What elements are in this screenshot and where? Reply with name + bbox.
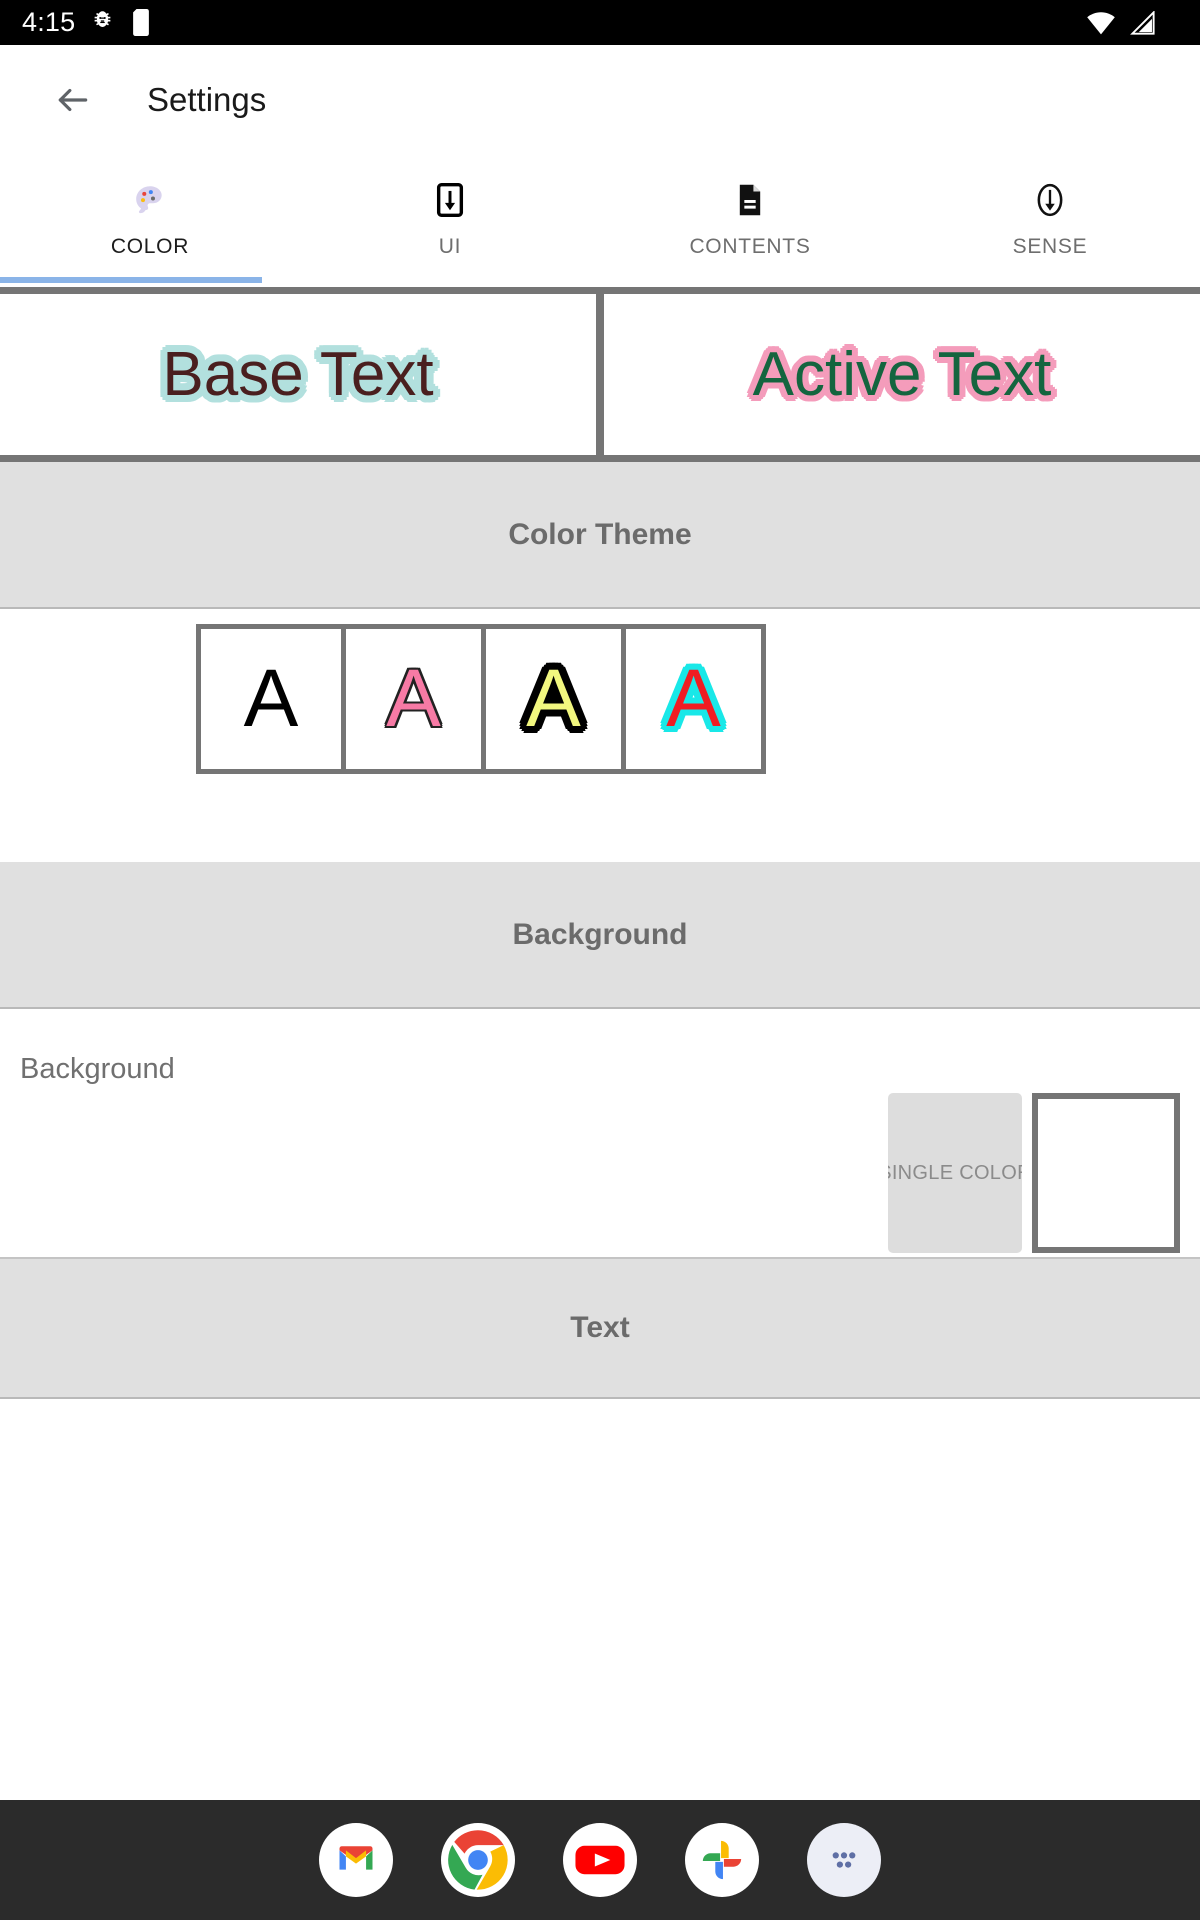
gmail-icon[interactable] [319, 1823, 393, 1897]
background-color-preview[interactable] [1032, 1093, 1180, 1253]
section-title-color-theme: Color Theme [508, 517, 692, 551]
status-bar-left: 4:15 [22, 7, 152, 38]
google-photos-icon[interactable] [685, 1823, 759, 1897]
base-text-preview[interactable]: Base Text [0, 294, 600, 455]
section-title-text: Text [570, 1311, 630, 1344]
status-bar: 4:15 [0, 0, 1200, 45]
text-preview-row: Base Text Active Text [0, 287, 1200, 462]
section-title-background: Background [512, 917, 688, 951]
theme-swatch-3[interactable]: A [481, 629, 621, 769]
status-bar-right [1086, 10, 1178, 35]
back-button[interactable] [45, 72, 101, 128]
background-row-label: Background [20, 1053, 175, 1085]
section-header-color-theme: Color Theme [0, 462, 1200, 609]
app-dock [0, 1800, 1200, 1920]
section-header-text: Text [0, 1259, 1200, 1399]
tab-ui[interactable]: UI [300, 155, 600, 277]
tab-label-color: COLOR [110, 235, 190, 258]
theme-swatch-letter: A [243, 653, 299, 744]
app-drawer-icon[interactable] [807, 1823, 881, 1897]
base-text-sample: Base Text [162, 339, 434, 409]
theme-swatch-2[interactable]: A [341, 629, 481, 769]
background-controls: SINGLE COLOR [888, 1093, 1180, 1253]
cellular-signal-icon [1130, 10, 1155, 35]
sd-card-icon [133, 9, 150, 36]
tab-active-indicator [0, 277, 262, 283]
background-preference-row[interactable]: Background SINGLE COLOR [0, 1009, 1200, 1259]
tab-label-ui: UI [438, 235, 462, 258]
document-icon [735, 183, 765, 217]
theme-swatch-letter: A [666, 653, 721, 744]
theme-swatch-letter: A [526, 653, 581, 744]
theme-swatch-1[interactable]: A [201, 629, 341, 769]
theme-swatch-letter: A [386, 653, 441, 744]
bottom-spacer [0, 1399, 1200, 1414]
palette-icon [133, 183, 167, 217]
active-text-preview[interactable]: Active Text [600, 294, 1200, 455]
color-theme-swatch-section: A A A A [0, 609, 1200, 862]
arrow-down-circle-icon [1033, 183, 1067, 217]
tab-label-sense: SENSE [1012, 235, 1088, 258]
tab-contents[interactable]: CONTENTS [600, 155, 900, 277]
color-theme-swatch-strip: A A A A [196, 624, 766, 774]
active-text-sample: Active Text [752, 339, 1052, 409]
status-time: 4:15 [22, 7, 76, 37]
chrome-icon[interactable] [441, 1823, 515, 1897]
tab-bar: COLOR UI CONTENTS SENSE [0, 155, 1200, 287]
page-title: Settings [147, 81, 267, 118]
single-color-button[interactable]: SINGLE COLOR [888, 1093, 1022, 1253]
tab-label-contents: CONTENTS [689, 235, 811, 258]
wifi-icon [1087, 11, 1115, 34]
download-to-phone-icon [435, 183, 465, 217]
youtube-icon[interactable] [563, 1823, 637, 1897]
section-header-background: Background [0, 862, 1200, 1009]
tab-sense[interactable]: SENSE [900, 155, 1200, 277]
theme-swatch-4[interactable]: A [621, 629, 761, 769]
single-color-button-label: SINGLE COLOR [888, 1161, 1022, 1184]
tab-color[interactable]: COLOR [0, 155, 300, 277]
app-bar: Settings [0, 45, 1200, 155]
bug-icon [94, 11, 111, 27]
back-arrow-icon [58, 88, 88, 112]
